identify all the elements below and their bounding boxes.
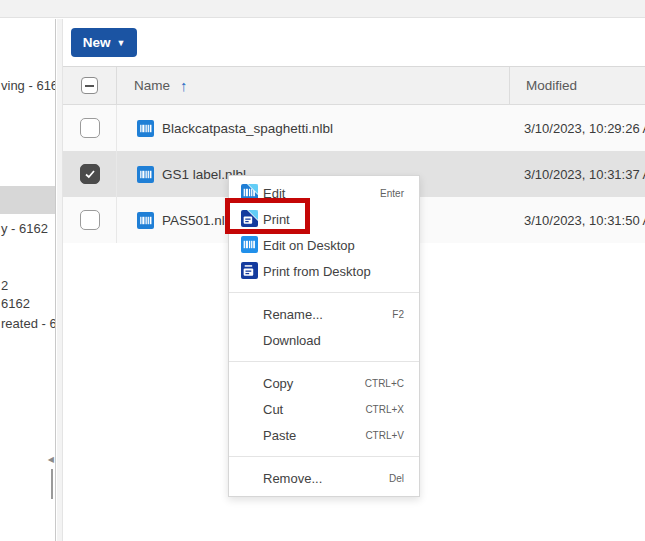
sort-ascending-icon[interactable]: ↑: [180, 77, 188, 94]
menu-item-rename[interactable]: Rename... F2: [229, 301, 419, 327]
column-header-modified[interactable]: Modified: [526, 78, 577, 93]
menu-item-copy[interactable]: Copy CTRL+C: [229, 370, 419, 396]
chevron-down-icon: ▼: [116, 38, 125, 48]
sidebar-item-label[interactable]: ving - 616: [1, 78, 56, 93]
edit-on-desktop-icon: [241, 236, 258, 253]
menu-item-download[interactable]: Download: [229, 327, 419, 353]
sidebar-item-label[interactable]: 6162: [1, 296, 30, 311]
modified-date: 3/10/2023, 10:31:37 AM: [509, 167, 645, 182]
scroll-left-arrow-icon[interactable]: ◀: [48, 455, 54, 464]
row-checkbox[interactable]: [80, 164, 100, 184]
row-checkbox[interactable]: [80, 118, 100, 138]
menu-item-print-from-desktop[interactable]: Print from Desktop: [229, 258, 419, 284]
print-from-desktop-icon: [241, 262, 258, 279]
menu-item-cut[interactable]: Cut CTRL+X: [229, 396, 419, 422]
menu-separator: [229, 361, 419, 362]
row-checkbox[interactable]: [80, 210, 100, 230]
new-button-label: New: [83, 35, 111, 50]
file-name[interactable]: Blackcatpasta_spaghetti.nlbl: [162, 121, 333, 136]
scrollbar-thumb[interactable]: [51, 469, 53, 499]
label-file-icon: [137, 166, 154, 183]
sidebar-item-label[interactable]: y - 6162: [1, 221, 48, 236]
sidebar-selected-item[interactable]: [0, 186, 56, 214]
sidebar-item-label[interactable]: 2: [1, 278, 8, 293]
sidebar: ving - 616 y - 6162 2 6162 reated - 6 ◀: [0, 19, 56, 541]
modified-date: 3/10/2023, 10:31:50 AM: [509, 213, 645, 228]
label-file-icon: [137, 212, 154, 229]
menu-item-paste[interactable]: Paste CTRL+V: [229, 422, 419, 448]
label-file-icon: [137, 120, 154, 137]
column-header-name[interactable]: Name: [134, 78, 170, 93]
menu-separator: [229, 292, 419, 293]
sidebar-item-label[interactable]: reated - 6: [1, 316, 56, 331]
top-bar: [0, 0, 645, 18]
select-all-checkbox[interactable]: [81, 77, 98, 94]
menu-item-edit-on-desktop[interactable]: Edit on Desktop: [229, 232, 419, 258]
menu-separator: [229, 456, 419, 457]
new-button[interactable]: New ▼: [71, 28, 137, 57]
annotation-highlight: [225, 198, 310, 234]
table-header: Name ↑ Modified: [63, 67, 645, 105]
modified-date: 3/10/2023, 10:29:26 AM: [509, 121, 645, 136]
menu-item-remove[interactable]: Remove... Del: [229, 465, 419, 491]
table-row[interactable]: Blackcatpasta_spaghetti.nlbl 3/10/2023, …: [63, 105, 645, 151]
